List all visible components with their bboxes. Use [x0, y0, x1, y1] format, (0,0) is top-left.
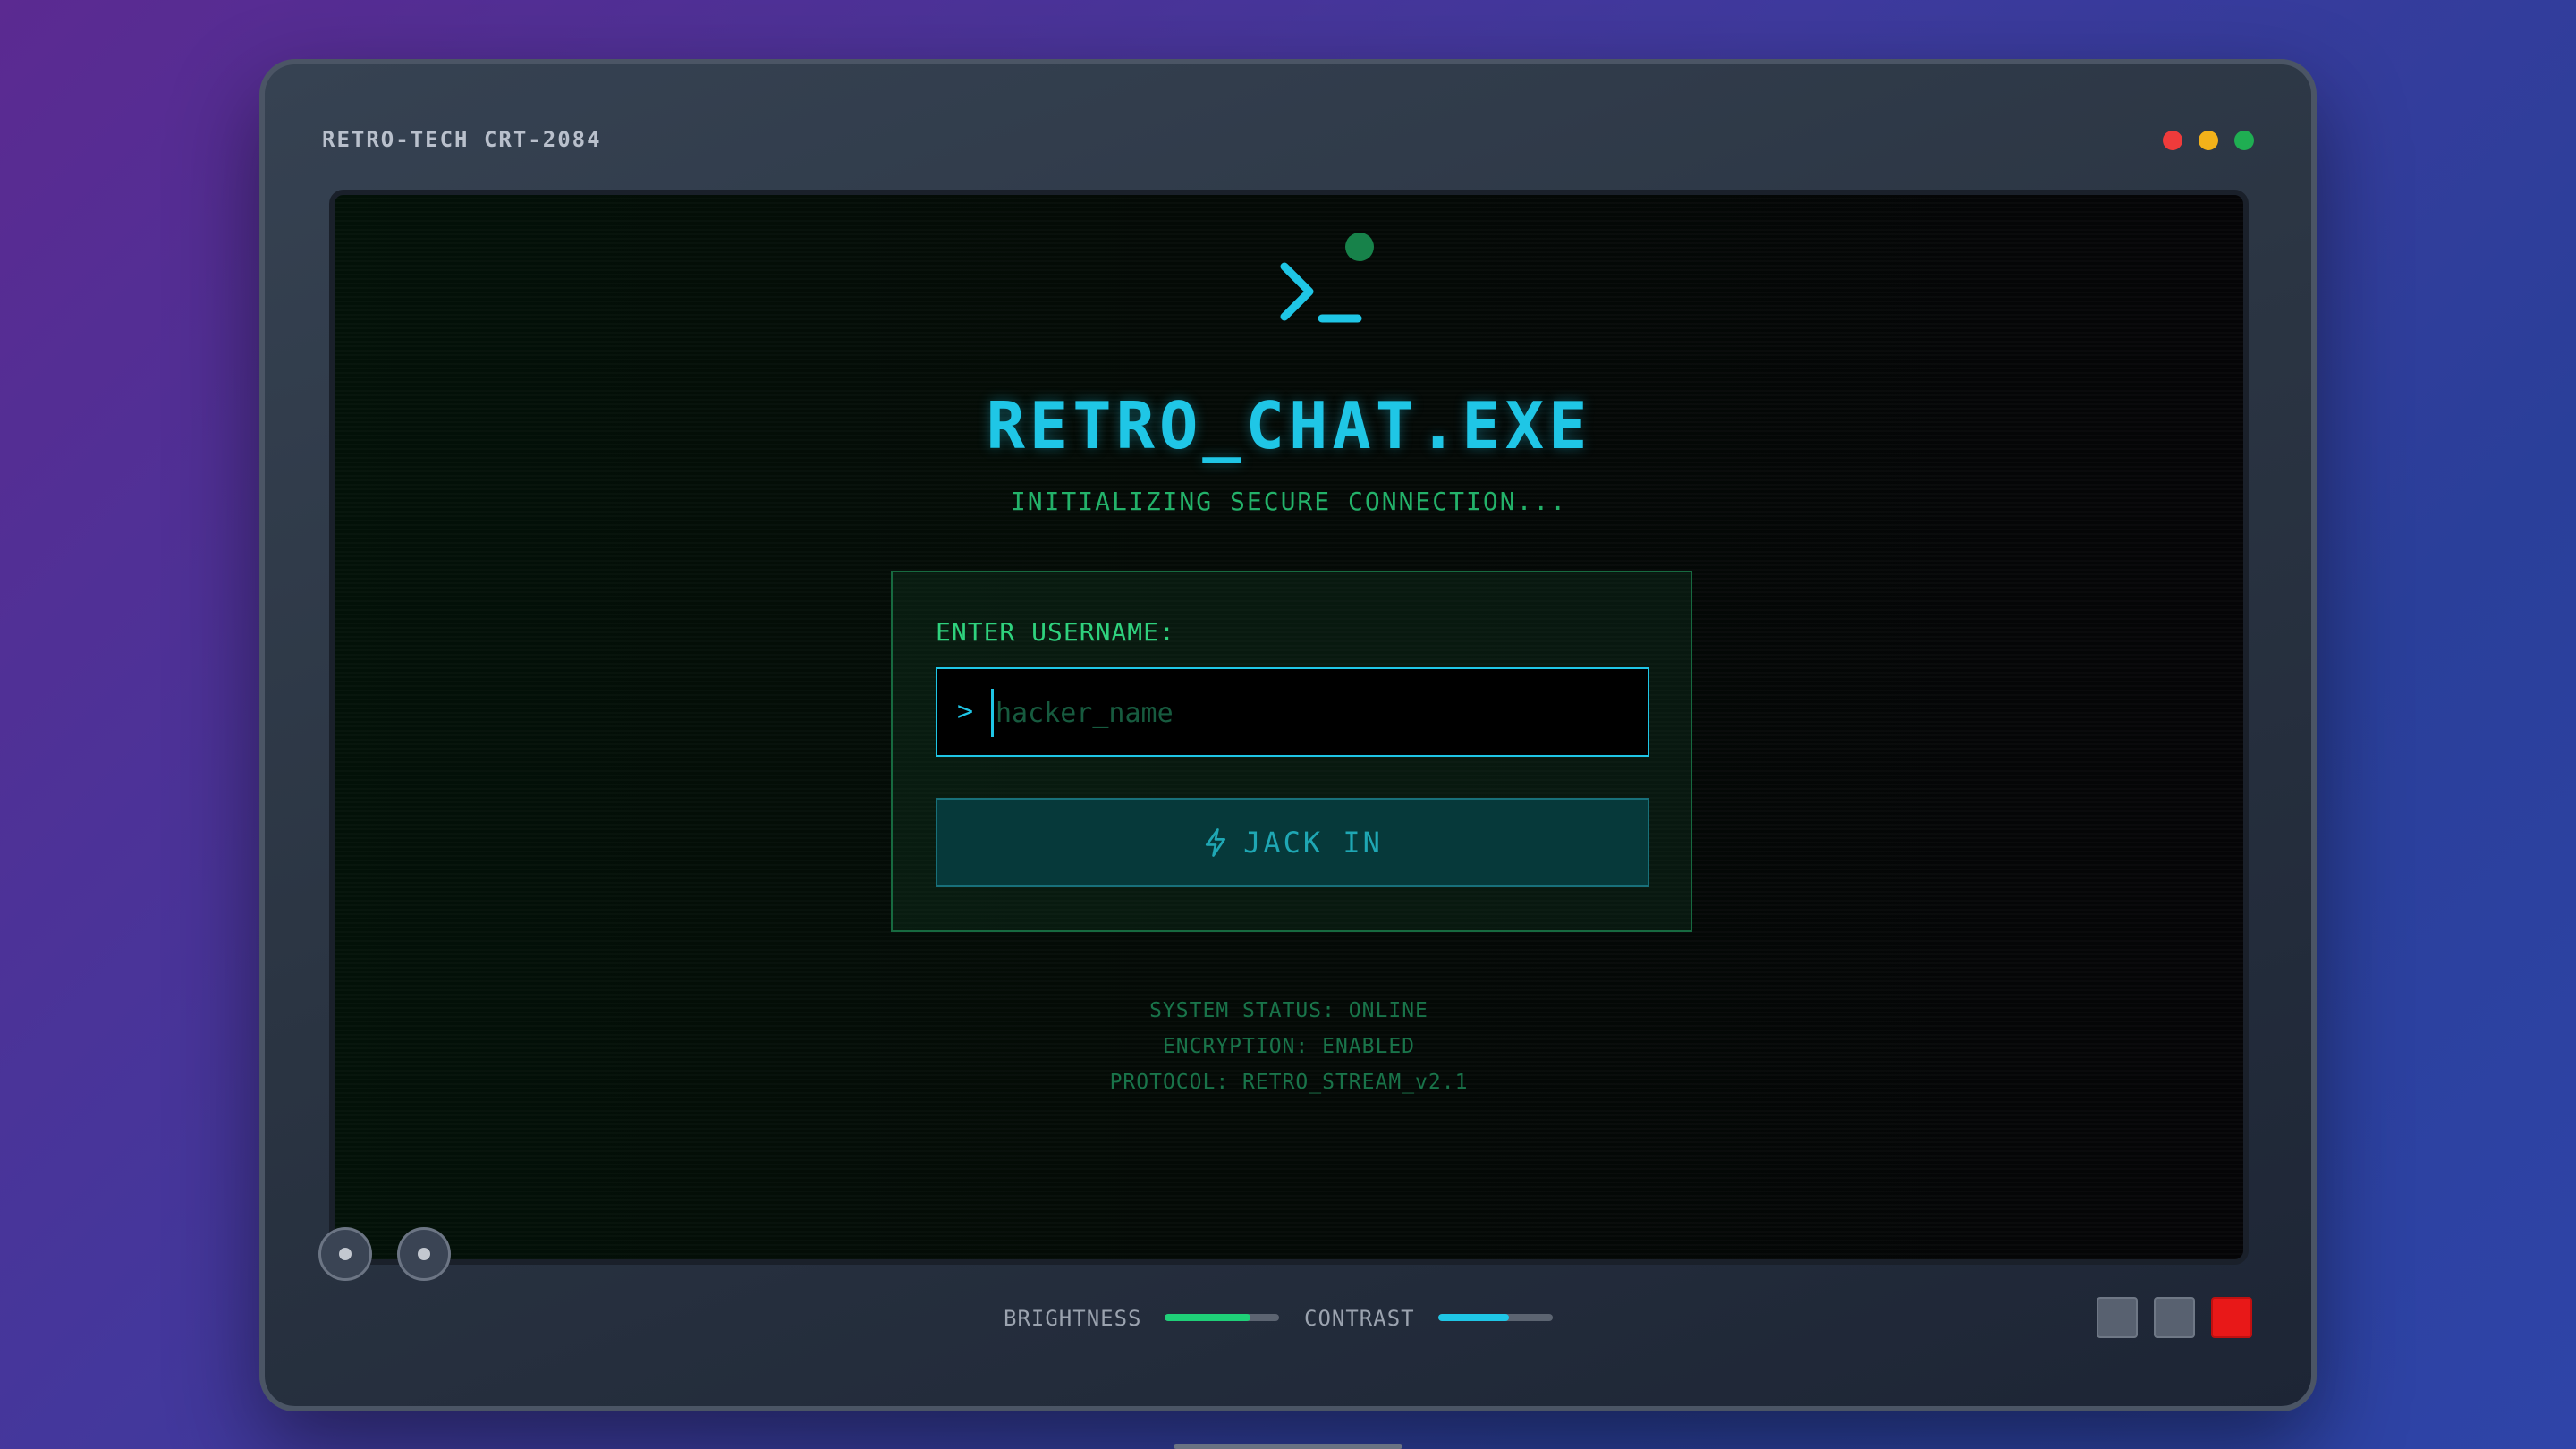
mode-button[interactable] — [2154, 1297, 2195, 1338]
login-panel: ENTER USERNAME: > JACK IN — [891, 571, 1692, 932]
contrast-fill — [1438, 1314, 1510, 1321]
system-status: SYSTEM STATUS: ONLINE ENCRYPTION: ENABLE… — [335, 993, 2243, 1100]
jack-in-label: JACK IN — [1243, 826, 1383, 860]
power-button[interactable] — [2211, 1297, 2252, 1338]
minimize-dot[interactable] — [2199, 131, 2218, 150]
crt-monitor: RETRO-TECH CRT-2084 RETRO_CHAT.EXE INITI… — [259, 59, 2317, 1411]
window-controls — [2163, 131, 2254, 150]
status-led-icon — [1345, 233, 1374, 261]
status-line: SYSTEM STATUS: ONLINE — [1149, 999, 1428, 1022]
terminal-icon — [1280, 233, 1374, 323]
lightning-icon — [1206, 828, 1226, 857]
contrast-label: CONTRAST — [1304, 1306, 1415, 1331]
username-field[interactable]: > — [936, 667, 1649, 757]
monitor-stand — [1174, 1444, 1402, 1449]
brightness-label: BRIGHTNESS — [1004, 1306, 1142, 1331]
brightness-slider[interactable] — [1165, 1314, 1279, 1321]
app-title: RETRO_CHAT.EXE — [986, 388, 1592, 463]
knob-right[interactable] — [397, 1227, 451, 1281]
close-dot[interactable] — [2163, 131, 2182, 150]
crt-screen: RETRO_CHAT.EXE INITIALIZING SECURE CONNE… — [329, 190, 2249, 1265]
status-line: ENCRYPTION: ENABLED — [1162, 1035, 1416, 1058]
status-line: PROTOCOL: RETRO_STREAM_v2.1 — [1109, 1071, 1469, 1094]
maximize-dot[interactable] — [2234, 131, 2254, 150]
menu-button[interactable] — [2097, 1297, 2138, 1338]
knob-left[interactable] — [318, 1227, 372, 1281]
contrast-slider[interactable] — [1438, 1314, 1553, 1321]
monitor-brand: RETRO-TECH CRT-2084 — [322, 127, 602, 152]
username-label: ENTER USERNAME: — [936, 617, 1175, 647]
username-input[interactable] — [991, 689, 1623, 737]
jack-in-button[interactable]: JACK IN — [936, 798, 1649, 887]
app-subtitle: INITIALIZING SECURE CONNECTION... — [1010, 487, 1568, 516]
brightness-fill — [1165, 1314, 1250, 1321]
prompt-symbol: > — [957, 696, 974, 727]
